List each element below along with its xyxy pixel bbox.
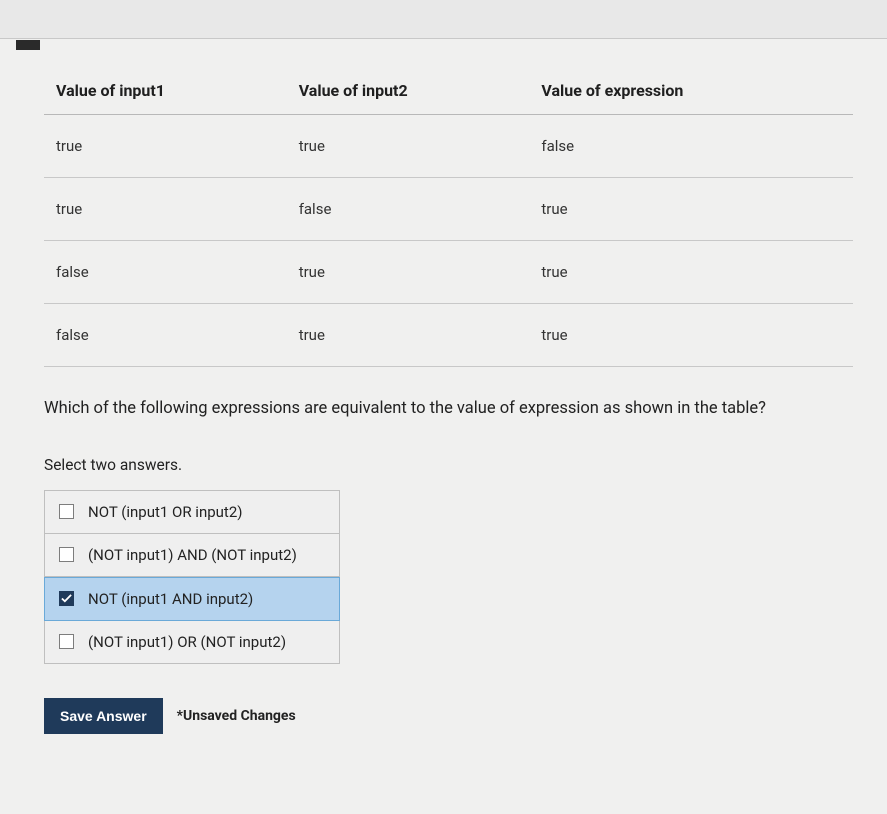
option-d[interactable]: (NOT input1) OR (NOT input2) — [44, 621, 340, 664]
table-cell: true — [529, 241, 853, 304]
table-cell: false — [44, 241, 287, 304]
table-row: false true true — [44, 241, 853, 304]
table-cell: false — [44, 304, 287, 367]
option-a[interactable]: NOT (input1 OR input2) — [44, 490, 340, 534]
option-label: (NOT input1) OR (NOT input2) — [88, 633, 286, 651]
table-cell: true — [529, 178, 853, 241]
question-page: Value of input1 Value of input2 Value of… — [0, 38, 887, 814]
table-cell: true — [529, 304, 853, 367]
table-header-input2: Value of input2 — [287, 67, 530, 115]
content-area: Value of input1 Value of input2 Value of… — [0, 39, 887, 754]
checkbox-icon — [59, 634, 74, 649]
table-header-expression: Value of expression — [529, 67, 853, 115]
table-cell: false — [529, 115, 853, 178]
save-answer-button[interactable]: Save Answer — [44, 698, 163, 734]
page-fragment-top — [16, 40, 40, 50]
table-cell: false — [287, 178, 530, 241]
option-c[interactable]: NOT (input1 AND input2) — [44, 577, 340, 621]
table-cell: true — [287, 241, 530, 304]
checkbox-icon — [59, 591, 74, 606]
options-group: NOT (input1 OR input2) (NOT input1) AND … — [44, 490, 340, 664]
table-cell: true — [44, 115, 287, 178]
option-label: NOT (input1 OR input2) — [88, 503, 242, 521]
table-row: true true false — [44, 115, 853, 178]
option-b[interactable]: (NOT input1) AND (NOT input2) — [44, 534, 340, 577]
table-row: false true true — [44, 304, 853, 367]
table-cell: true — [287, 115, 530, 178]
table-cell: true — [44, 178, 287, 241]
checkbox-icon — [59, 547, 74, 562]
question-text: Which of the following expressions are e… — [44, 397, 853, 422]
instruction-text: Select two answers. — [44, 456, 853, 474]
checkbox-icon — [59, 504, 74, 519]
table-row: true false true — [44, 178, 853, 241]
option-label: (NOT input1) AND (NOT input2) — [88, 546, 297, 564]
table-cell: true — [287, 304, 530, 367]
unsaved-changes-label: *Unsaved Changes — [177, 708, 296, 724]
truth-table: Value of input1 Value of input2 Value of… — [44, 67, 853, 367]
footer-bar: Save Answer *Unsaved Changes — [44, 698, 853, 734]
table-header-row: Value of input1 Value of input2 Value of… — [44, 67, 853, 115]
table-header-input1: Value of input1 — [44, 67, 287, 115]
option-label: NOT (input1 AND input2) — [88, 590, 253, 608]
